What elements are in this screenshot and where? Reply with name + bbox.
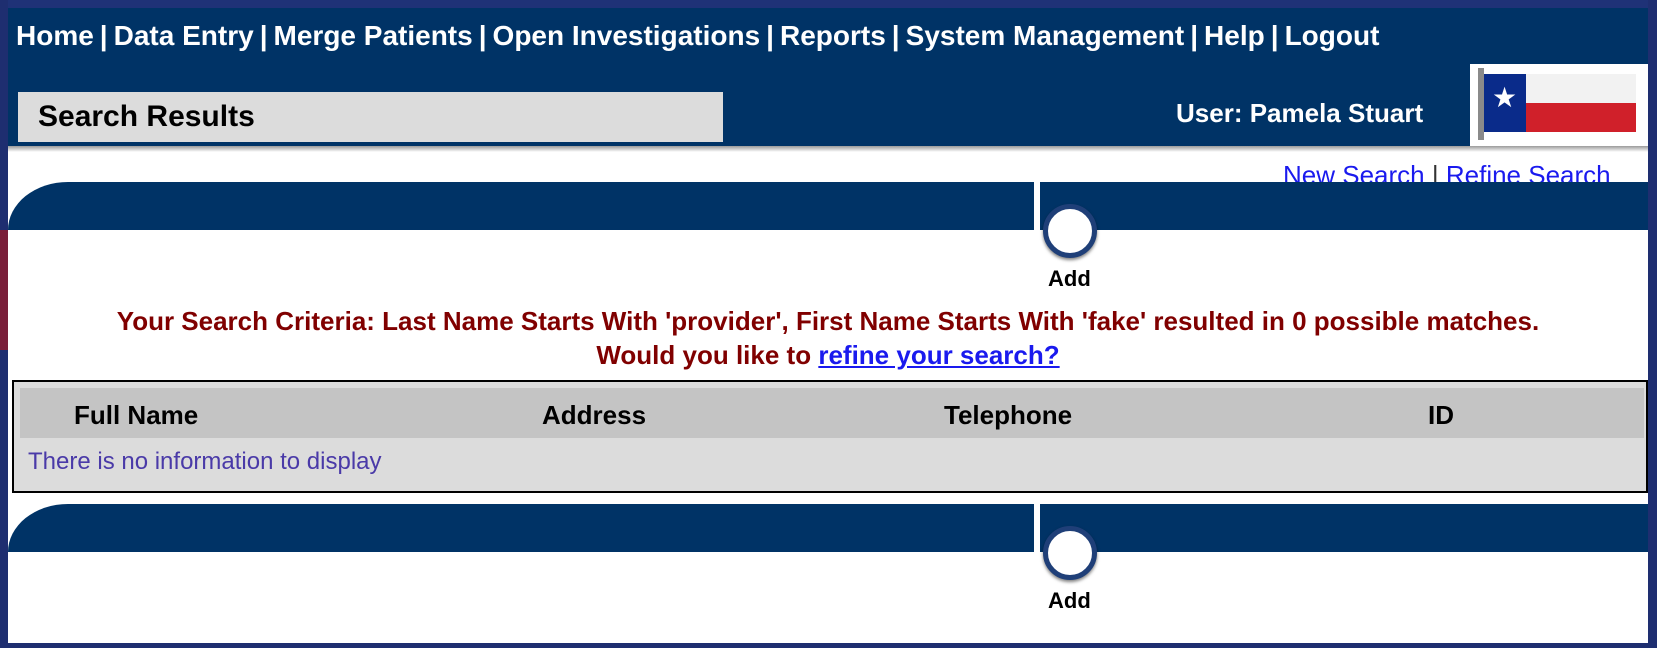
results-table-header: Full Name Address Telephone ID: [20, 388, 1644, 438]
search-criteria-message: Your Search Criteria: Last Name Starts W…: [8, 304, 1648, 372]
column-header-telephone[interactable]: Telephone: [944, 400, 1072, 431]
star-icon: ★: [1492, 82, 1518, 113]
action-band-bottom: [8, 504, 1648, 552]
refine-prompt-text: Would you like to: [596, 340, 812, 370]
window-frame-right: [1648, 0, 1657, 648]
column-header-address[interactable]: Address: [542, 400, 646, 431]
nav-separator: |: [259, 20, 268, 51]
nav-separator: |: [99, 20, 108, 51]
texas-flag-icon: ★: [1470, 64, 1648, 146]
add-label-top: Add: [1048, 266, 1091, 291]
nav-separator: |: [478, 20, 487, 51]
band-divider: [1034, 182, 1040, 230]
nav-logout[interactable]: Logout: [1285, 20, 1380, 51]
results-table: Full Name Address Telephone ID There is …: [12, 380, 1648, 493]
app-page: Home | Data Entry | Merge Patients | Open Inve…: [8, 8, 1648, 643]
header-shadow: [8, 146, 1648, 152]
window-frame-top: [0, 0, 1657, 8]
nav-open-investigations[interactable]: Open Investigations: [493, 20, 761, 51]
current-user-label: User: Pamela Stuart: [1176, 98, 1424, 128]
add-button-bottom[interactable]: [1043, 526, 1097, 580]
add-button-top[interactable]: [1043, 204, 1097, 258]
window-frame-bottom: [0, 643, 1657, 648]
nav-home[interactable]: Home: [16, 20, 94, 51]
flag-white-stripe: [1526, 74, 1636, 103]
column-header-id[interactable]: ID: [1428, 400, 1454, 431]
flag-red-stripe: [1526, 103, 1636, 132]
nav-merge-patients[interactable]: Merge Patients: [274, 20, 473, 51]
nav-separator: |: [1190, 20, 1199, 51]
refine-your-search-link[interactable]: refine your search?: [818, 340, 1059, 370]
nav-separator: |: [766, 20, 774, 51]
add-label-bottom: Add: [1048, 588, 1091, 613]
nav-data-entry[interactable]: Data Entry: [114, 20, 254, 51]
nav-separator: |: [1270, 20, 1279, 51]
nav-reports[interactable]: Reports: [780, 20, 886, 51]
criteria-text: Your Search Criteria: Last Name Starts W…: [116, 306, 1540, 336]
band-divider: [1034, 504, 1040, 552]
refine-prompt: Would you like to refine your search?: [8, 338, 1648, 372]
page-title: Search Results: [38, 100, 255, 133]
page-title-tab: Search Results: [18, 92, 723, 142]
main-nav: Home | Data Entry | Merge Patients | Open Inve…: [16, 20, 1379, 52]
top-navigation-bar: Home | Data Entry | Merge Patients | Open Inve…: [8, 8, 1648, 146]
window-frame-accent: [0, 230, 8, 350]
nav-separator: |: [891, 20, 900, 51]
action-band-top: [8, 182, 1648, 230]
column-header-full-name[interactable]: Full Name: [74, 400, 198, 431]
nav-help[interactable]: Help: [1204, 20, 1265, 51]
empty-results-message: There is no information to display: [28, 448, 382, 475]
nav-system-management[interactable]: System Management: [906, 20, 1185, 51]
